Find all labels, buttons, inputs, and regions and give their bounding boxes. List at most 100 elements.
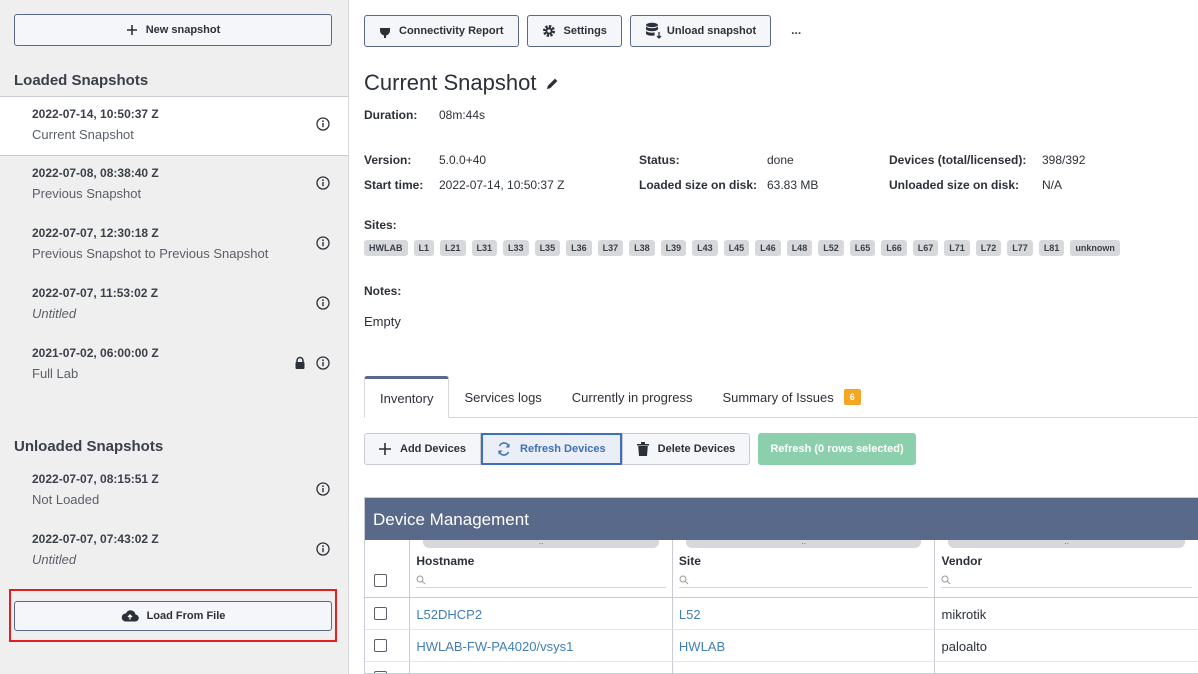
loaded-snapshots-title: Loaded Snapshots: [14, 72, 149, 89]
snapshot-list-item[interactable]: 2022-07-14, 10:50:37 Z Current Snapshot: [0, 96, 348, 156]
add-devices-button[interactable]: Add Devices: [364, 433, 482, 465]
info-icon[interactable]: [316, 542, 330, 556]
tab-summary-of-issues[interactable]: Summary of Issues 6: [707, 376, 875, 418]
more-options-button[interactable]: ...: [779, 15, 813, 47]
hostname-cell[interactable]: HWLAB-FW-PA4020/vsys1: [410, 630, 673, 661]
hostname-cell[interactable]: L52DHCP2: [410, 598, 673, 629]
snapshot-list-item[interactable]: 2022-07-08, 08:38:40 Z Previous Snapshot: [0, 156, 348, 216]
delete-devices-button[interactable]: Delete Devices: [621, 433, 751, 465]
search-icon: [941, 575, 951, 585]
start-time-key: Start time:: [364, 178, 424, 192]
info-icon[interactable]: [316, 236, 330, 250]
header-check-cell: [365, 540, 411, 597]
loaded-size-key: Loaded size on disk:: [639, 178, 758, 192]
refresh-devices-button[interactable]: Refresh Devices: [481, 433, 622, 465]
site-cell[interactable]: HWLAB: [673, 662, 936, 673]
site-tag: L38: [629, 240, 655, 256]
detail-tabs: Inventory Services logs Currently in progr…: [364, 376, 1198, 418]
info-icon[interactable]: [316, 117, 330, 131]
search-icon: [416, 575, 426, 585]
tab-inventory[interactable]: Inventory: [364, 376, 450, 418]
snapshot-date: 2022-07-07, 12:30:18 Z: [32, 226, 159, 240]
column-site-label[interactable]: Site: [679, 554, 701, 568]
column-vendor: .. Vendor: [935, 538, 1198, 597]
hostname-cell[interactable]: HWLAB-FW-PA4020/vsys2: [410, 662, 673, 673]
vendor-cell: paloalto: [935, 662, 1198, 673]
column-resize-handle[interactable]: ..: [685, 538, 922, 548]
column-vendor-label[interactable]: Vendor: [941, 554, 982, 568]
tab-currently-in-progress[interactable]: Currently in progress: [557, 376, 708, 418]
site-cell[interactable]: HWLAB: [673, 630, 936, 661]
site-tag: L65: [849, 240, 876, 256]
site-cell[interactable]: L52: [673, 598, 936, 629]
select-all-checkbox[interactable]: [374, 574, 387, 587]
devices-value: 398/392: [1042, 153, 1086, 167]
vendor-filter-input[interactable]: [941, 572, 1193, 588]
search-icon: [679, 575, 689, 585]
sites-tag-list: HWLAB L1 L21 L31 L33 L35 L36 L37 L38 L39 L43 L45 L46…: [364, 240, 1120, 256]
row-checkbox[interactable]: [374, 639, 387, 652]
site-tag: L35: [534, 240, 561, 256]
info-icon[interactable]: [316, 296, 330, 310]
vendor-cell: paloalto: [941, 639, 988, 654]
site-tag: L71: [944, 240, 970, 256]
status-key: Status:: [639, 153, 680, 167]
duration-key: Duration:: [364, 108, 418, 122]
site-tag: L33: [503, 240, 529, 256]
status-field: Status: done: [639, 153, 794, 167]
snapshot-list-item[interactable]: 2021-07-02, 06:00:00 Z Full Lab: [0, 336, 348, 396]
row-check-cell: [365, 598, 411, 629]
load-from-file-button[interactable]: Load From File: [14, 601, 332, 631]
snapshot-list-item[interactable]: 2022-07-07, 07:43:02 Z Untitled: [0, 522, 348, 582]
snapshot-date: 2022-07-14, 10:50:37 Z: [32, 107, 159, 121]
tab-label: Services logs: [464, 389, 542, 405]
site-filter-input[interactable]: [678, 572, 929, 588]
duration-value: 08m:44s: [439, 108, 486, 122]
tab-label: Inventory: [380, 390, 434, 406]
pencil-icon[interactable]: [546, 70, 559, 96]
snapshot-title: Current Snapshot: [364, 70, 537, 95]
table-row[interactable]: L52DHCP2 L52 mikrotik: [365, 598, 1198, 630]
notes-value: Empty: [364, 314, 401, 329]
settings-button[interactable]: Settings: [526, 15, 622, 47]
unload-snapshot-button[interactable]: Unload snapshot: [629, 15, 772, 47]
snapshot-list-item[interactable]: 2022-07-07, 11:53:02 Z Untitled: [0, 276, 348, 336]
snapshot-list-item[interactable]: 2022-07-07, 12:30:18 Z Previous Snapshot …: [0, 216, 348, 276]
site-tag: L43: [692, 240, 718, 256]
site-tag: unknown: [1070, 240, 1120, 256]
refresh-devices-label: Refresh Devices: [520, 443, 606, 455]
snapshot-date: 2022-07-07, 11:53:02 Z: [32, 286, 159, 300]
site-tag: L46: [755, 240, 781, 256]
refresh-selected-button[interactable]: Refresh (0 rows selected): [758, 433, 916, 465]
devices-key: Devices (total/licensed):: [889, 153, 1027, 167]
table-row[interactable]: HWLAB-FW-PA4020/vsys1 HWLAB paloalto: [365, 630, 1198, 662]
site-tag: L66: [881, 240, 907, 256]
connectivity-report-button[interactable]: Connectivity Report: [364, 15, 519, 47]
settings-label: Settings: [563, 25, 607, 37]
version-field: Version: 5.0.0+40: [364, 153, 486, 167]
column-resize-handle[interactable]: ..: [423, 538, 659, 548]
snapshot-date: 2022-07-08, 08:38:40 Z: [32, 166, 159, 180]
site-tag: L31: [471, 240, 498, 256]
info-icon[interactable]: [316, 356, 330, 370]
info-icon[interactable]: [316, 176, 330, 190]
row-checkbox[interactable]: [374, 607, 387, 620]
tab-services-logs[interactable]: Services logs: [449, 376, 556, 418]
table-row[interactable]: HWLAB-FW-PA4020/vsys2HWLABpaloalto: [365, 662, 1198, 673]
new-snapshot-button[interactable]: New snapshot: [14, 14, 332, 46]
loaded-size-field: Loaded size on disk: 63.83 MB: [639, 178, 818, 192]
snapshot-list-item[interactable]: 2022-07-07, 08:15:51 Z Not Loaded: [0, 462, 348, 522]
site-tag: L21: [440, 240, 466, 256]
plug-icon: [379, 24, 391, 38]
unloaded-snapshots-title: Unloaded Snapshots: [14, 438, 164, 455]
gear-icon: [542, 24, 556, 38]
start-time-value: 2022-07-14, 10:50:37 Z: [439, 178, 565, 192]
devices-field: Devices (total/licensed): 398/392: [889, 153, 1085, 167]
info-icon[interactable]: [316, 482, 330, 496]
column-resize-handle[interactable]: ..: [948, 538, 1186, 548]
hostname-filter-input[interactable]: [416, 572, 666, 588]
grid-header: .. Hostname .. Site .. Vendor: [365, 538, 1198, 598]
column-hostname-label[interactable]: Hostname: [416, 554, 474, 568]
snapshot-detail-panel: Connectivity Report Settings Unload snap…: [349, 0, 1198, 674]
site-tag: L1: [413, 240, 435, 256]
